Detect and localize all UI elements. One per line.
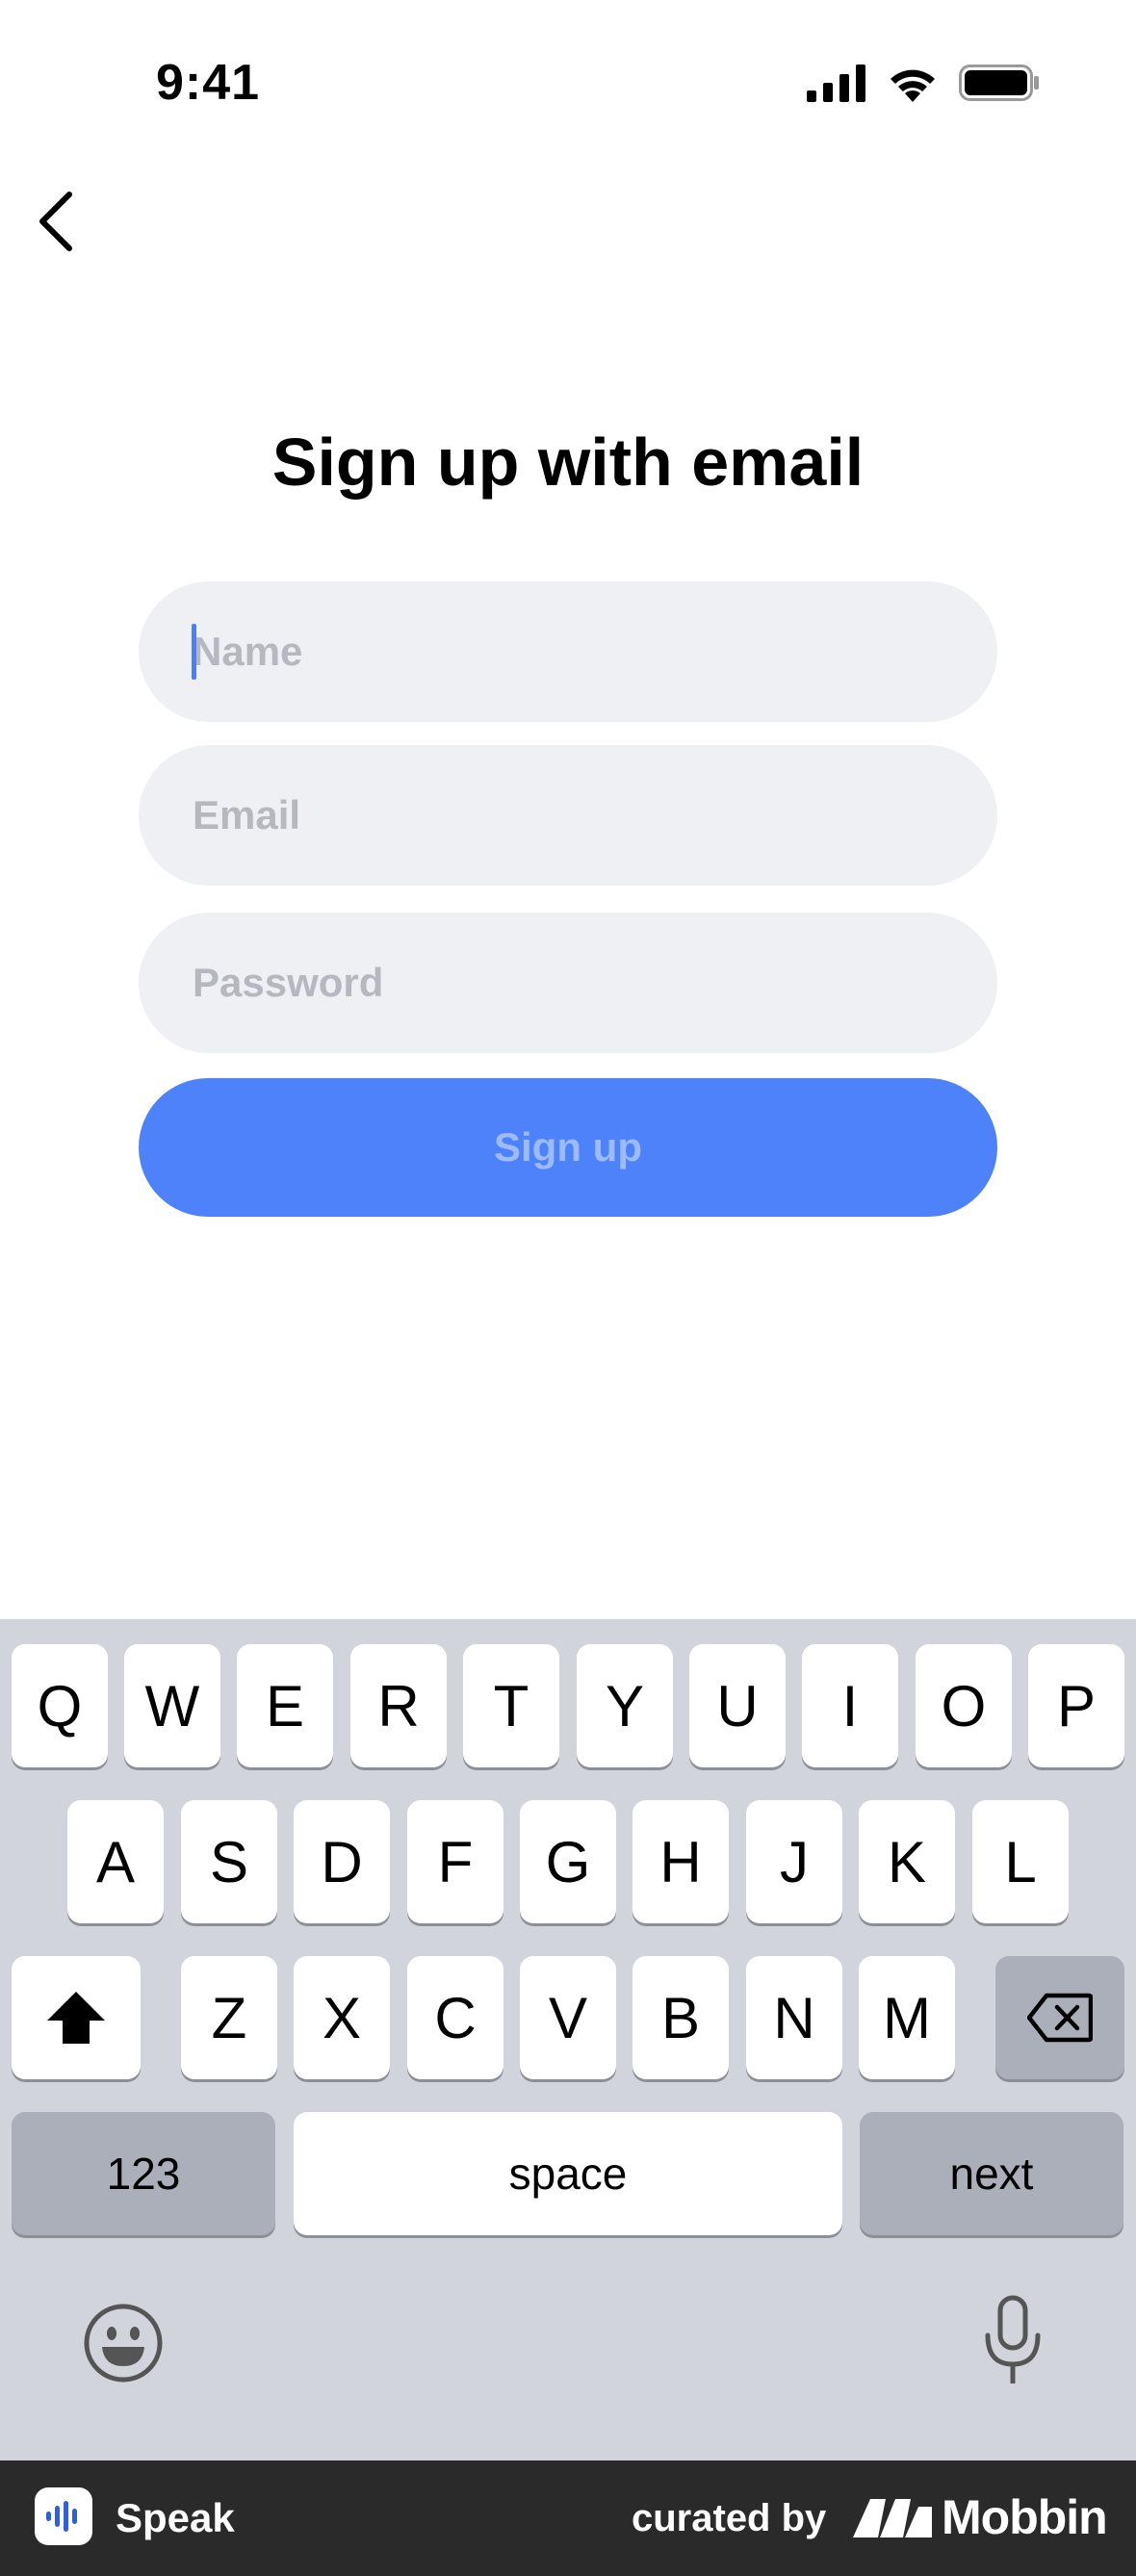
footer-brand: Mobbin [942,2490,1108,2544]
key-a[interactable]: A [67,1800,164,1923]
key-d[interactable]: D [294,1800,390,1923]
key-s[interactable]: S [181,1800,277,1923]
emoji-button[interactable] [81,2301,166,2385]
key-u[interactable]: U [689,1644,786,1767]
emoji-icon [84,2304,163,2383]
next-key[interactable]: next [860,2112,1123,2235]
chevron-left-icon [39,192,72,251]
text-caret [192,624,196,680]
key-e[interactable]: E [237,1644,333,1767]
key-f[interactable]: F [407,1800,503,1923]
dictation-button[interactable] [972,2293,1053,2389]
key-m[interactable]: M [859,1956,955,2079]
status-bar: 9:41 [0,0,1136,154]
status-icons [807,62,1040,104]
key-h[interactable]: H [633,1800,729,1923]
footer-app-name: Speak [116,2495,235,2540]
key-t[interactable]: T [463,1644,559,1767]
battery-icon [959,64,1039,101]
shift-icon [47,1992,105,2044]
key-j[interactable]: J [746,1800,842,1923]
footer-curated-by: curated by [632,2497,827,2539]
footer-bar: Speak curated by Mobbin [0,2460,1136,2576]
key-g[interactable]: G [520,1800,616,1923]
key-k[interactable]: K [859,1800,955,1923]
wifi-icon [891,69,935,102]
space-key[interactable]: space [294,2112,842,2235]
key-i[interactable]: I [802,1644,898,1767]
key-w[interactable]: W [124,1644,220,1767]
speak-app-icon [35,2487,92,2545]
key-q[interactable]: Q [12,1644,108,1767]
key-l[interactable]: L [972,1800,1069,1923]
page-title: Sign up with email [271,425,865,500]
key-y[interactable]: Y [577,1644,673,1767]
password-field[interactable] [139,913,997,1053]
mobbin-logo-icon [853,2499,932,2537]
shift-key[interactable] [12,1956,141,2079]
microphone-icon [985,2295,1041,2383]
keyboard: Q W E R T Y U I O P A S D F G H J K L Z … [0,1619,1136,2460]
name-field[interactable] [139,581,997,722]
key-z[interactable]: Z [181,1956,277,2079]
numbers-key[interactable]: 123 [12,2112,275,2235]
backspace-icon [1027,1993,1093,2043]
status-time: 9:41 [156,55,261,111]
sign-up-button[interactable]: Sign up [139,1078,997,1217]
key-c[interactable]: C [407,1956,503,2079]
key-o[interactable]: O [916,1644,1012,1767]
cellular-signal-icon [807,64,865,102]
key-v[interactable]: V [520,1956,616,2079]
key-b[interactable]: B [633,1956,729,2079]
back-button[interactable] [17,183,94,260]
key-n[interactable]: N [746,1956,842,2079]
delete-key[interactable] [995,1956,1124,2079]
key-x[interactable]: X [294,1956,390,2079]
key-p[interactable]: P [1028,1644,1124,1767]
key-r[interactable]: R [350,1644,447,1767]
email-field[interactable] [139,745,997,886]
